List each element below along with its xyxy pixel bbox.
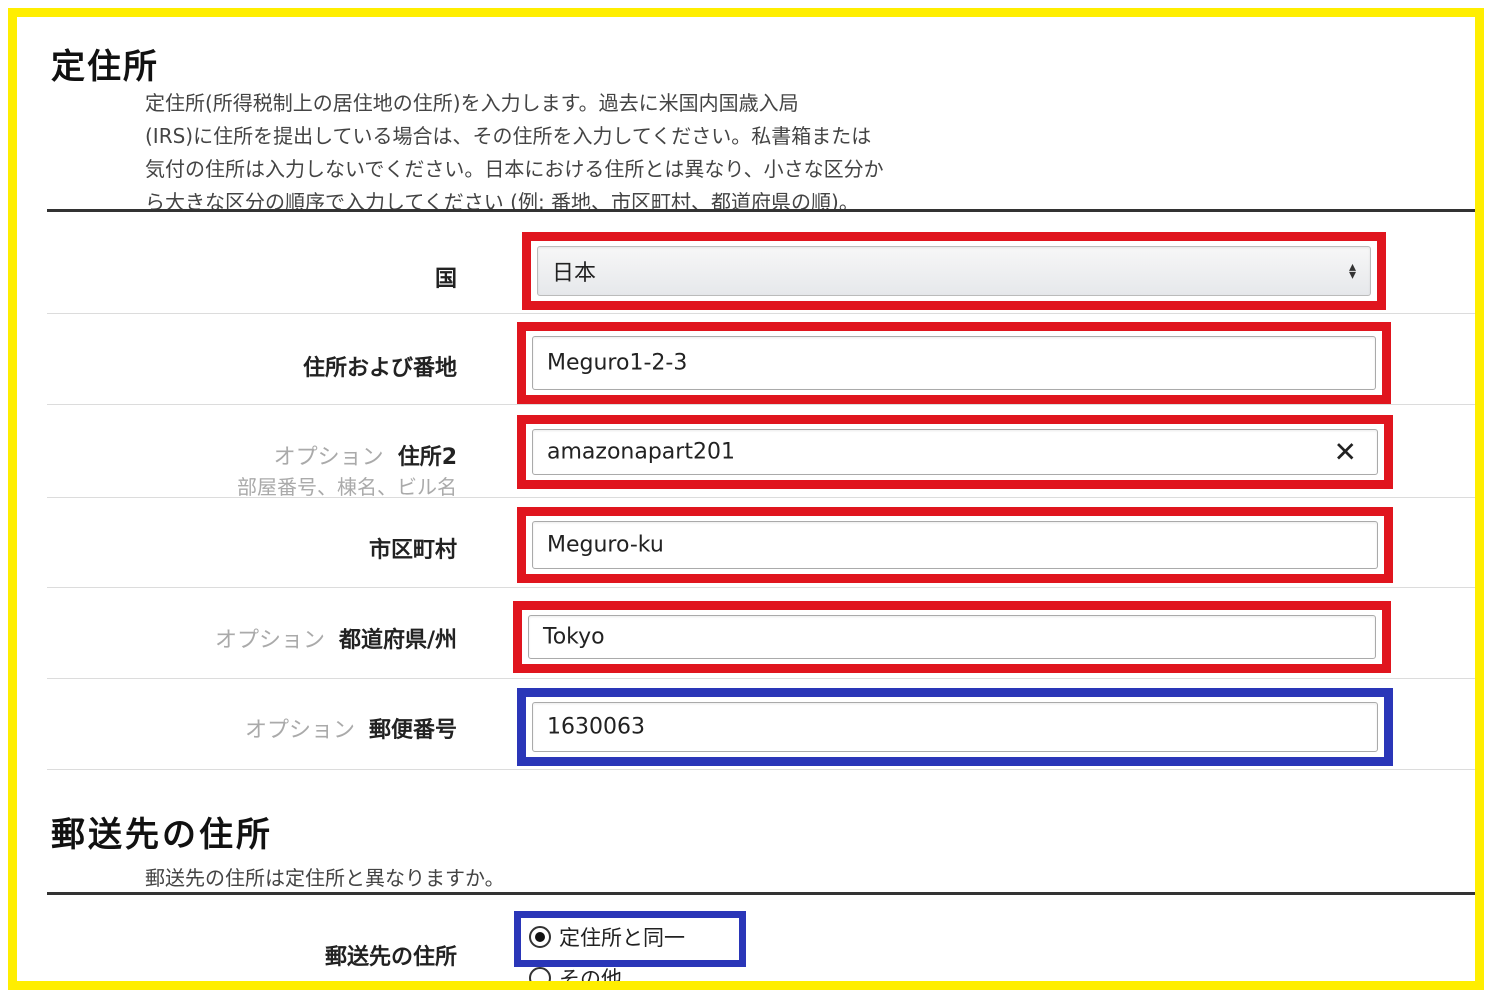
state-input-box[interactable]: Tokyo xyxy=(528,615,1376,659)
address1-input[interactable]: Meguro1-2-3 xyxy=(517,322,1391,404)
optional-tag: オプション xyxy=(214,628,325,653)
country-label: 国 xyxy=(434,267,457,292)
postal-code-input[interactable]: 1630063 xyxy=(517,688,1393,766)
radio-unselected-icon[interactable] xyxy=(529,967,551,981)
city-label: 市区町村 xyxy=(368,538,457,563)
address1-value: Meguro1-2-3 xyxy=(547,350,688,376)
row-divider xyxy=(47,313,1475,314)
section-description: 定住所(所得税制上の居住地の住所)を入力します。過去に米国内国歳入局 (IRS)… xyxy=(145,91,884,214)
row-divider xyxy=(47,497,1475,498)
section-divider xyxy=(47,892,1475,895)
address1-input-box[interactable]: Meguro1-2-3 xyxy=(532,336,1376,390)
row-divider xyxy=(47,587,1475,588)
country-select-box[interactable]: 日本 ▴ ▾ xyxy=(537,246,1371,296)
city-input-box[interactable]: Meguro-ku xyxy=(532,521,1378,569)
postal-code-input-box[interactable]: 1630063 xyxy=(532,702,1378,752)
postal-label: オプション 郵便番号 xyxy=(244,718,457,743)
row-divider xyxy=(47,678,1475,679)
address2-input-box[interactable]: amazonapart201 ✕ xyxy=(532,429,1378,475)
select-arrows-icon: ▴ ▾ xyxy=(1348,259,1356,283)
country-select[interactable]: 日本 ▴ ▾ xyxy=(522,232,1386,310)
radio-other[interactable]: その他 xyxy=(529,963,622,981)
section-divider xyxy=(47,209,1475,212)
address2-value: amazonapart201 xyxy=(547,439,735,465)
row-divider xyxy=(47,769,1475,770)
radio-selected-icon[interactable] xyxy=(529,926,551,948)
postal-code-value: 1630063 xyxy=(547,714,645,740)
optional-tag: オプション xyxy=(273,445,384,470)
city-input[interactable]: Meguro-ku xyxy=(517,507,1393,583)
state-label: オプション 都道府県/州 xyxy=(214,628,457,653)
city-value: Meguro-ku xyxy=(547,532,664,558)
address2-label: オプション 住所2 xyxy=(273,445,457,470)
section-title-mailing-address: 郵送先の住所 xyxy=(51,815,273,855)
state-input[interactable]: Tokyo xyxy=(513,601,1391,673)
clear-icon[interactable]: ✕ xyxy=(1334,436,1357,469)
radio-same-as-permanent[interactable]: 定住所と同一 xyxy=(529,922,685,952)
mailing-address-label: 郵送先の住所 xyxy=(324,945,457,970)
row-divider xyxy=(47,404,1475,405)
mailing-address-question: 郵送先の住所は定住所と異なりますか。 xyxy=(145,866,505,890)
section-title-permanent-address: 定住所 xyxy=(51,47,159,87)
address2-hint: 部屋番号、棟名、ビル名 xyxy=(237,475,457,499)
optional-tag: オプション xyxy=(244,718,355,743)
country-selected-value: 日本 xyxy=(552,261,597,286)
highlight-frame: 定住所 定住所(所得税制上の居住地の住所)を入力します。過去に米国内国歳入局 (… xyxy=(8,8,1484,990)
address1-label: 住所および番地 xyxy=(302,356,457,381)
state-value: Tokyo xyxy=(543,624,605,650)
address2-input[interactable]: amazonapart201 ✕ xyxy=(517,415,1393,489)
